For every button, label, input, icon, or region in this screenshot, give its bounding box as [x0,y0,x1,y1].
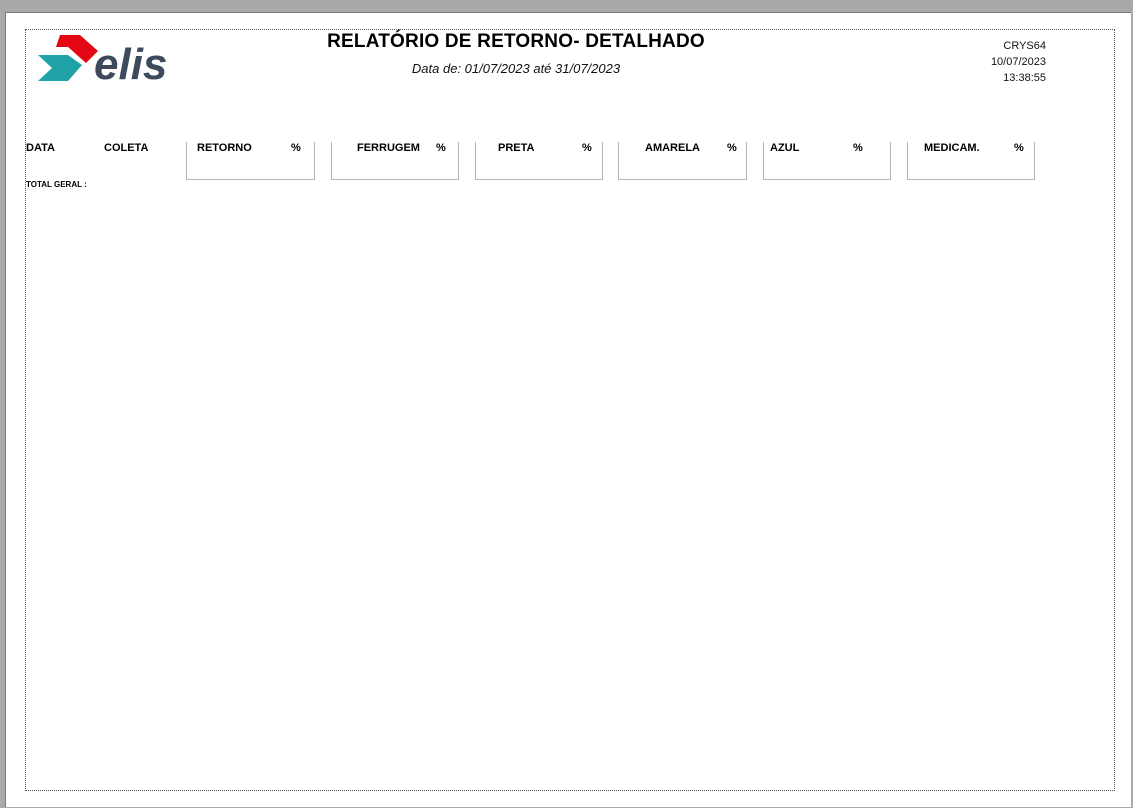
report-meta: CRYS64 10/07/2023 13:38:55 [926,38,1046,86]
report-time: 13:38:55 [1003,72,1046,84]
column-group-retorno: RETORNO % [186,142,315,180]
column-group-ferrugem: FERRUGEM % [331,142,459,180]
column-header-azul-pct: % [853,142,863,154]
column-header-amarela-pct: % [727,142,737,154]
report-date: 10/07/2023 [990,56,1046,68]
elis-logo: elis [38,35,167,87]
column-header-data: DATA [26,142,55,154]
column-header-retorno-pct: % [291,142,301,154]
column-group-azul: AZUL % [763,142,891,180]
column-header-coleta: COLETA [104,142,149,154]
report-period: Data de: 01/07/2023 até 31/07/2023 [411,61,621,76]
column-group-preta: PRETA % [475,142,603,180]
column-header-ferrugem-pct: % [436,142,446,154]
report-code: CRYS64 [1003,40,1046,52]
total-geral-label: TOTAL GERAL : [26,180,87,189]
column-header-amarela: AMARELA [645,142,700,154]
logo-text: elis [94,40,167,87]
column-group-medicam: MEDICAM. % [907,142,1035,180]
column-header-retorno: RETORNO [197,142,252,154]
column-group-amarela: AMARELA % [618,142,747,180]
column-header-medicam-pct: % [1014,142,1024,154]
column-header-ferrugem: FERRUGEM [357,142,420,154]
column-header-preta-pct: % [582,142,592,154]
column-header-preta: PRETA [498,142,535,154]
report-title: RELATÓRIO DE RETORNO- DETALHADO [327,31,705,52]
column-header-medicam: MEDICAM. [924,142,980,154]
report-page: elis RELATÓRIO DE RETORNO- DETALHADO Dat… [5,12,1131,807]
column-header-azul: AZUL [770,142,800,154]
